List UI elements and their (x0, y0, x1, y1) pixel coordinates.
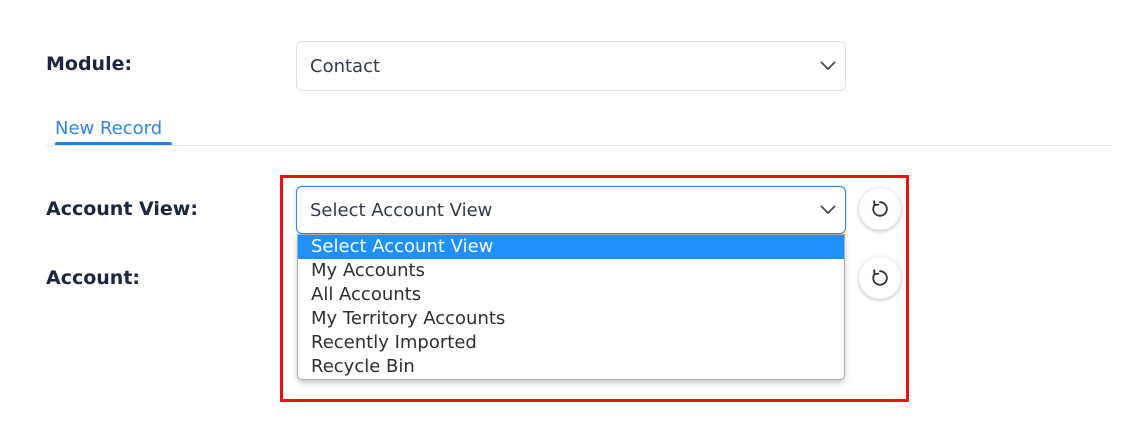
highlight-annotation-box (280, 175, 909, 402)
chevron-down-icon (820, 61, 836, 70)
account-label: Account: (46, 267, 141, 289)
tab-divider (46, 145, 1112, 146)
account-view-label: Account View: (46, 198, 198, 220)
tab-new-record[interactable]: New Record (55, 118, 162, 139)
module-select-value: Contact (310, 55, 381, 77)
module-select[interactable]: Contact (296, 41, 846, 91)
module-label: Module: (46, 53, 133, 75)
